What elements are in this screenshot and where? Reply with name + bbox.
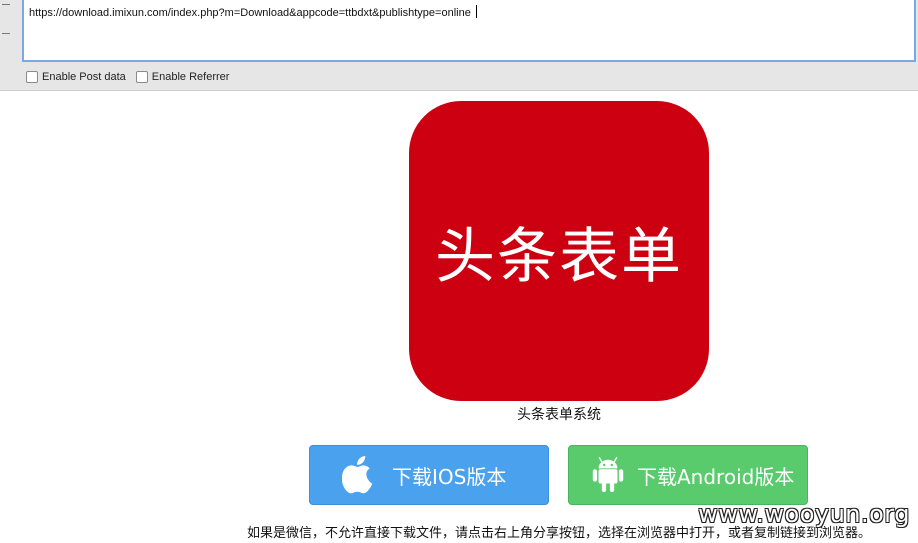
hackbar-toolbar: https://download.imixun.com/index.php?m=…: [0, 0, 918, 91]
android-icon: [592, 456, 624, 493]
download-ios-label: 下载IOS版本: [392, 464, 507, 489]
post-data-checkbox[interactable]: [26, 71, 38, 83]
download-android-label: 下载Android版本: [637, 464, 795, 489]
apple-icon: [342, 456, 373, 494]
download-android-button[interactable]: 下载Android版本: [568, 445, 808, 505]
left-dash-top: [2, 4, 10, 5]
app-logo-text: 头条表单: [435, 221, 683, 292]
referrer-option[interactable]: Enable Referrer: [135, 71, 230, 83]
url-input[interactable]: https://download.imixun.com/index.php?m=…: [22, 0, 916, 62]
post-data-option[interactable]: Enable Post data: [26, 71, 126, 83]
post-data-label: Enable Post data: [42, 71, 126, 83]
app-name: 头条表单系统: [517, 407, 601, 423]
left-dash-bottom: [2, 33, 10, 34]
referrer-checkbox[interactable]: [135, 71, 148, 83]
watermark: www.wooyun.org: [698, 500, 910, 528]
referrer-label: Enable Referrer: [151, 71, 230, 83]
download-ios-button[interactable]: 下载IOS版本: [309, 445, 549, 505]
app-logo: 头条表单: [409, 101, 709, 401]
url-text: https://download.imixun.com/index.php?m=…: [29, 7, 471, 19]
options-row: Enable Post data Enable Referrer: [26, 71, 233, 83]
text-caret: [475, 5, 477, 18]
